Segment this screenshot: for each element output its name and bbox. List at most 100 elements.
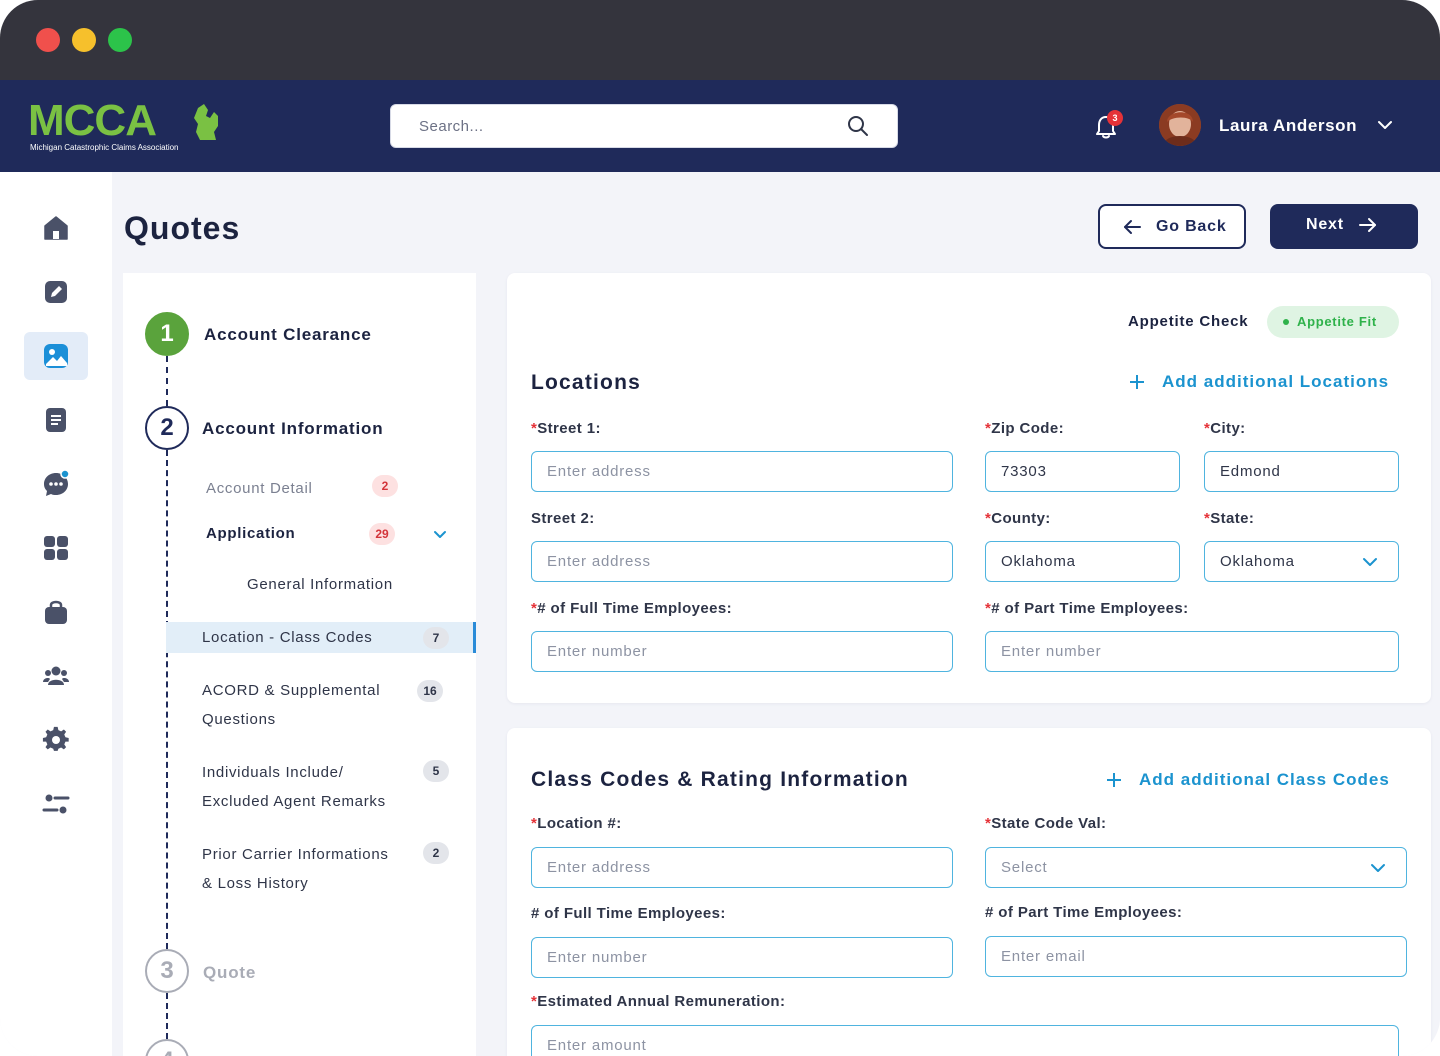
cc-full-time-field[interactable] <box>531 937 953 978</box>
street1-field[interactable] <box>531 451 953 492</box>
go-back-label: Go Back <box>1156 218 1227 235</box>
zip-code-field[interactable]: 73303 <box>985 451 1180 492</box>
cc-full-time-input[interactable] <box>547 938 937 977</box>
location-number-field[interactable] <box>531 847 953 888</box>
top-header: MCCA Michigan Catastrophic Claims Associ… <box>0 80 1440 172</box>
sliders-icon <box>42 794 70 814</box>
minimize-window-button[interactable] <box>72 28 96 52</box>
step-quote[interactable]: Quote <box>203 963 256 983</box>
general-information-link[interactable]: General Information <box>247 576 393 593</box>
remuneration-input[interactable] <box>547 1026 1383 1056</box>
acord-supplemental-link-line2[interactable]: Questions <box>202 711 276 728</box>
sidebar-item-documents[interactable] <box>24 396 88 444</box>
sidebar-item-edit[interactable] <box>24 268 88 316</box>
acord-supplemental-link[interactable]: ACORD & Supplemental <box>202 682 380 699</box>
remuneration-label: *Estimated Annual Remuneration: <box>531 993 786 1010</box>
document-icon <box>46 408 66 432</box>
add-class-code-button[interactable]: Add additional Class Codes <box>1105 770 1400 792</box>
application-link[interactable]: Application <box>206 525 295 542</box>
part-time-field[interactable] <box>985 631 1399 672</box>
prior-carrier-link[interactable]: Prior Carrier Informations <box>202 846 389 863</box>
prior-carrier-link-line2[interactable]: & Loss History <box>202 875 309 892</box>
sidebar-item-gallery[interactable] <box>24 332 88 380</box>
application-count: 29 <box>369 523 395 545</box>
city-value: Edmond <box>1220 463 1281 480</box>
individuals-include-link[interactable]: Individuals Include/ <box>202 764 344 781</box>
zip-code-value: 73303 <box>1001 463 1047 480</box>
add-class-code-label: Add additional Class Codes <box>1139 770 1390 789</box>
maximize-window-button[interactable] <box>108 28 132 52</box>
sidebar-item-apps[interactable] <box>24 524 88 572</box>
street2-field[interactable] <box>531 541 953 582</box>
cc-part-time-input[interactable] <box>1001 937 1391 976</box>
zip-code-label: *Zip Code: <box>985 420 1065 437</box>
quote-stepper: 1 Account Clearance 2 Account Informatio… <box>123 273 476 1056</box>
chevron-down-icon[interactable] <box>432 529 448 541</box>
part-time-label: *# of Part Time Employees: <box>985 600 1189 617</box>
full-time-label: *# of Full Time Employees: <box>531 600 733 617</box>
sidebar-item-messages[interactable] <box>24 460 88 508</box>
full-time-input[interactable] <box>547 632 937 671</box>
search-icon[interactable] <box>847 115 869 137</box>
mcca-logo[interactable]: MCCA Michigan Catastrophic Claims Associ… <box>28 96 218 158</box>
state-code-placeholder: Select <box>1001 859 1048 876</box>
sidebar-item-filters[interactable] <box>24 780 88 828</box>
county-field[interactable]: Oklahoma <box>985 541 1180 582</box>
part-time-input[interactable] <box>1001 632 1383 671</box>
logo-subtitle: Michigan Catastrophic Claims Association <box>30 143 179 152</box>
location-number-label: *Location #: <box>531 815 622 832</box>
logo-text: MCCA <box>28 96 157 145</box>
plus-icon <box>1130 375 1144 389</box>
cc-part-time-field[interactable] <box>985 936 1407 977</box>
sidebar-item-home[interactable] <box>24 204 88 252</box>
city-label: *City: <box>1204 420 1246 437</box>
close-window-button[interactable] <box>36 28 60 52</box>
user-name[interactable]: Laura Anderson <box>1219 116 1357 136</box>
chevron-down-icon[interactable] <box>1377 118 1393 132</box>
stepper-connector <box>166 356 168 406</box>
sidebar-item-settings[interactable] <box>24 716 88 764</box>
state-label: *State: <box>1204 510 1255 527</box>
go-back-button[interactable]: Go Back <box>1098 204 1246 249</box>
chat-icon <box>44 470 70 496</box>
location-number-input[interactable] <box>547 848 937 887</box>
locations-card: Appetite Check Appetite Fit Locations Ad… <box>507 273 1431 703</box>
street1-label: *Street 1: <box>531 420 601 437</box>
arrow-left-icon <box>1124 220 1141 234</box>
account-detail-link[interactable]: Account Detail <box>206 480 313 497</box>
location-class-codes-count: 7 <box>423 627 449 649</box>
step-account-information[interactable]: Account Information <box>202 419 383 439</box>
search-input[interactable] <box>419 105 839 147</box>
chevron-down-icon <box>1363 558 1377 566</box>
sidebar-item-shop[interactable] <box>24 588 88 636</box>
city-field[interactable]: Edmond <box>1204 451 1399 492</box>
acord-supplemental-count: 16 <box>417 680 443 702</box>
cc-part-time-label: # of Part Time Employees: <box>985 904 1183 921</box>
full-time-field[interactable] <box>531 631 953 672</box>
step-account-clearance[interactable]: Account Clearance <box>204 325 372 345</box>
search-bar[interactable] <box>390 104 898 148</box>
sidebar-item-team[interactable] <box>24 652 88 700</box>
appetite-status: Appetite Fit <box>1297 314 1377 329</box>
street1-input[interactable] <box>547 452 937 491</box>
avatar[interactable] <box>1159 104 1201 146</box>
step-3-indicator: 3 <box>145 949 189 993</box>
street2-input[interactable] <box>547 542 937 581</box>
state-code-select[interactable]: Select <box>985 847 1407 888</box>
image-icon <box>44 344 68 368</box>
notification-badge: 3 <box>1107 110 1123 126</box>
individuals-include-link-line2[interactable]: Excluded Agent Remarks <box>202 793 386 810</box>
sidebar-nav <box>0 172 112 1056</box>
add-location-button[interactable]: Add additional Locations <box>1128 372 1400 394</box>
page-title: Quotes <box>124 210 241 246</box>
state-select[interactable]: Oklahoma <box>1204 541 1399 582</box>
step-2-indicator: 2 <box>145 406 189 450</box>
next-label: Next <box>1306 216 1344 233</box>
add-location-label: Add additional Locations <box>1162 372 1390 391</box>
status-badge: Appetite Fit <box>1267 306 1399 338</box>
home-icon <box>44 216 68 240</box>
location-class-codes-link[interactable]: Location - Class Codes <box>202 629 372 646</box>
street2-label: Street 2: <box>531 510 595 527</box>
remuneration-field[interactable] <box>531 1025 1399 1056</box>
next-button[interactable]: Next <box>1270 204 1418 249</box>
